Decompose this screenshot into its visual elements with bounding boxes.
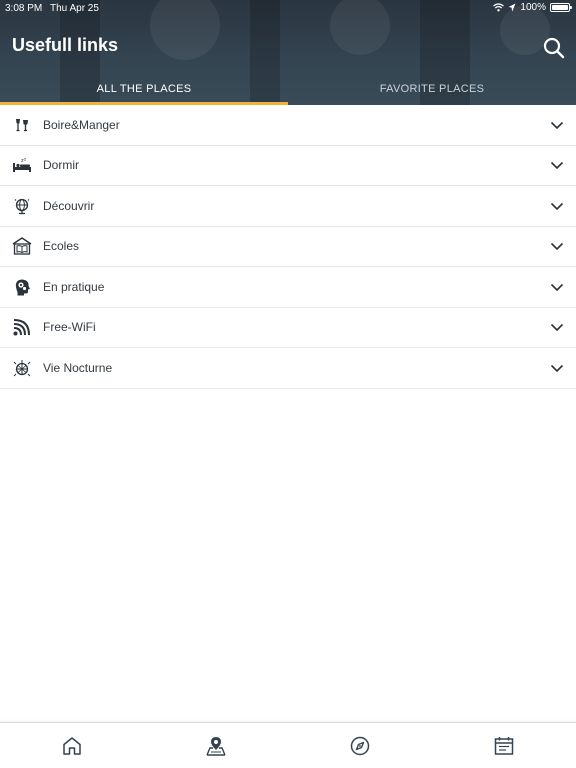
chevron-down-icon	[550, 202, 564, 210]
nav-map-button[interactable]	[144, 723, 288, 768]
globe-icon	[12, 196, 32, 216]
wifi-signal-icon	[493, 3, 505, 12]
category-item-decouvrir[interactable]: Découvrir	[0, 186, 576, 227]
page-title: Usefull links	[12, 35, 119, 55]
nav-calendar-button[interactable]	[432, 723, 576, 768]
category-item-en-pratique[interactable]: En pratique	[0, 267, 576, 308]
category-label: En pratique	[43, 279, 105, 294]
category-label: Free-WiFi	[43, 320, 96, 335]
disco-ball-icon	[12, 358, 32, 378]
chevron-down-icon	[550, 283, 564, 291]
bed-icon: z z	[12, 155, 32, 175]
map-pin-icon	[206, 736, 226, 756]
book-house-icon	[12, 236, 32, 256]
category-item-ecoles[interactable]: Ecoles	[0, 227, 576, 267]
search-button[interactable]	[542, 36, 566, 60]
category-label: Découvrir	[43, 198, 95, 213]
status-date: Thu Apr 25	[50, 3, 99, 14]
tab-all-places[interactable]: ALL THE PLACES	[0, 72, 288, 105]
battery-icon	[550, 3, 572, 12]
category-label: Ecoles	[43, 239, 80, 254]
compass-icon	[350, 736, 370, 755]
nav-home-button[interactable]	[0, 723, 144, 768]
glasses-icon	[12, 115, 32, 135]
wifi-icon	[12, 317, 32, 337]
status-time: 3:08 PM	[5, 3, 43, 14]
chevron-down-icon	[550, 121, 564, 129]
head-gears-icon	[12, 277, 32, 297]
search-icon	[543, 37, 565, 59]
category-item-vie-nocturne[interactable]: Vie Nocturne	[0, 348, 576, 389]
tab-label: FAVORITE PLACES	[379, 82, 485, 95]
bottom-navigation	[0, 722, 576, 768]
category-label: Vie Nocturne	[43, 360, 113, 375]
tab-label: ALL THE PLACES	[96, 82, 192, 95]
chevron-down-icon	[550, 243, 564, 251]
location-arrow-icon	[508, 3, 516, 12]
calendar-icon	[494, 736, 514, 755]
category-item-dormir[interactable]: z z Dormir	[0, 146, 576, 186]
app-header: 3:08 PM Thu Apr 25 100% Usefull links AL…	[0, 0, 576, 105]
chevron-down-icon	[550, 162, 564, 170]
status-bar: 3:08 PM Thu Apr 25 100%	[0, 0, 576, 16]
category-list: Boire&Manger z z Dormir Découvrir Ecoles…	[0, 105, 576, 389]
nav-explore-button[interactable]	[288, 723, 432, 768]
tab-bar: ALL THE PLACES FAVORITE PLACES	[0, 72, 576, 105]
chevron-down-icon	[550, 324, 564, 332]
status-indicators: 100%	[493, 2, 572, 13]
chevron-down-icon	[550, 364, 564, 372]
home-icon	[63, 736, 81, 755]
category-label: Boire&Manger	[43, 117, 120, 132]
battery-percent: 100%	[520, 2, 546, 13]
category-item-boire-manger[interactable]: Boire&Manger	[0, 105, 576, 146]
category-item-free-wifi[interactable]: Free-WiFi	[0, 308, 576, 348]
svg-text:z: z	[24, 157, 26, 162]
tab-favorite-places[interactable]: FAVORITE PLACES	[288, 72, 576, 105]
category-label: Dormir	[43, 158, 79, 173]
